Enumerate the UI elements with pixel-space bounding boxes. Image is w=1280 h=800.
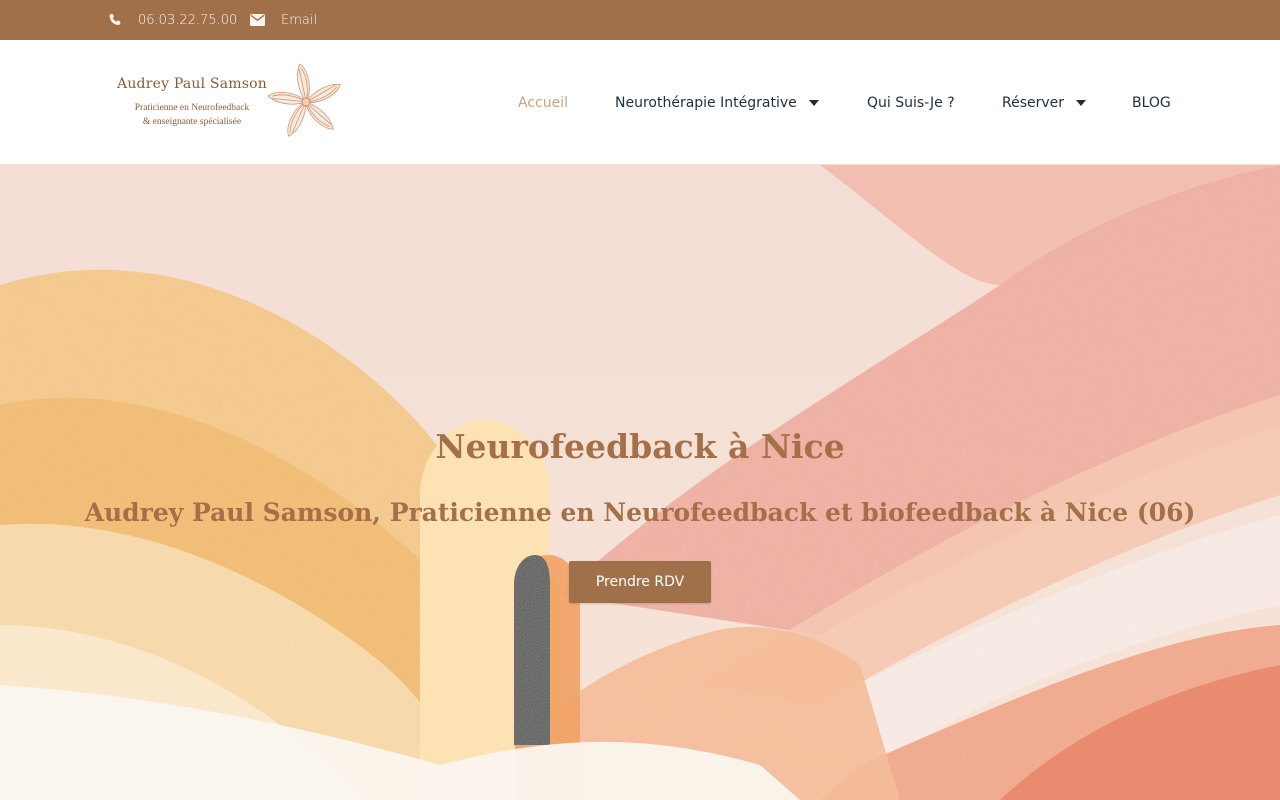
- nav-label: Accueil: [518, 94, 568, 111]
- phone-link[interactable]: 06.03.22.75.00: [107, 0, 237, 40]
- nav-label: Réserver: [1002, 94, 1065, 111]
- hero-subtitle: Audrey Paul Samson, Praticienne en Neuro…: [84, 498, 1196, 527]
- nav-item-reserver[interactable]: Réserver: [1002, 40, 1087, 165]
- caret-down-icon[interactable]: [1076, 99, 1087, 106]
- nav-label: BLOG: [1132, 94, 1171, 111]
- caret-down-icon[interactable]: [808, 99, 819, 106]
- hero-section: Neurofeedback à Nice Audrey Paul Samson,…: [0, 165, 1280, 800]
- nav-label: Neurothérapie Intégrative: [615, 94, 797, 111]
- nav-item-blog[interactable]: BLOG: [1132, 40, 1171, 165]
- envelope-icon: [249, 12, 265, 28]
- email-link[interactable]: Email: [249, 0, 317, 40]
- email-label[interactable]: Email: [281, 13, 317, 28]
- prendre-rdv-button[interactable]: Prendre RDV: [569, 561, 711, 603]
- nav-item-accueil[interactable]: Accueil: [518, 40, 568, 165]
- main-nav: Accueil Neurothérapie Intégrative Qui Su…: [0, 40, 1280, 165]
- phone-number[interactable]: 06.03.22.75.00: [138, 13, 237, 28]
- hero-title: Neurofeedback à Nice: [435, 427, 845, 466]
- nav-item-qui-suis-je[interactable]: Qui Suis-Je ?: [867, 40, 955, 165]
- top-contact-bar: 06.03.22.75.00 Email: [0, 0, 1280, 40]
- hero-background-illustration: [0, 165, 1280, 800]
- site-header: Audrey Paul Samson Praticienne en Neurof…: [0, 40, 1280, 165]
- phone-icon: [107, 12, 123, 28]
- nav-item-neurotherapie[interactable]: Neurothérapie Intégrative: [615, 40, 819, 165]
- nav-label: Qui Suis-Je ?: [867, 94, 955, 111]
